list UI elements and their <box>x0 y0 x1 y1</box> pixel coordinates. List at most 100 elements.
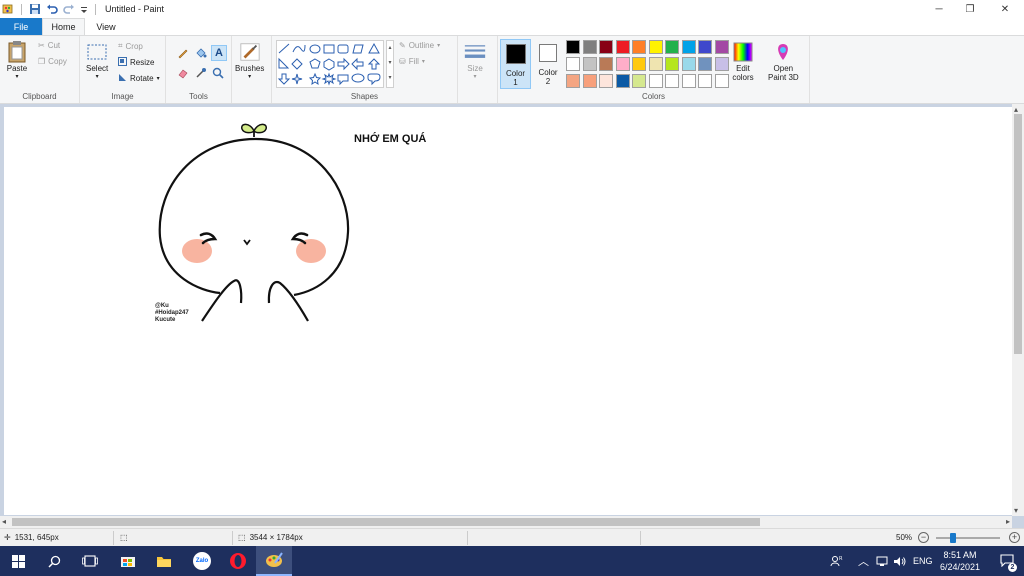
brushes-group: Brushes ▾ <box>232 36 272 103</box>
palette-swatch[interactable] <box>632 74 646 88</box>
palette-swatch[interactable] <box>698 57 712 71</box>
select-button[interactable]: Select ▾ <box>86 40 108 80</box>
window-title: Untitled - Paint <box>105 4 165 14</box>
palette-swatch[interactable] <box>665 74 679 88</box>
palette-swatch[interactable] <box>681 40 696 54</box>
palette-swatch[interactable] <box>566 57 580 71</box>
show-hidden-icons[interactable]: ︿ <box>858 546 869 576</box>
palette-swatch[interactable] <box>615 40 630 54</box>
task-view-button[interactable] <box>72 546 108 576</box>
vertical-scrollbar[interactable]: ▴ ▾ <box>1012 104 1024 516</box>
palette-swatch[interactable] <box>648 57 663 71</box>
fill-bucket-icon[interactable] <box>194 46 208 60</box>
palette-swatch[interactable] <box>582 74 597 88</box>
palette-swatch[interactable] <box>632 57 646 71</box>
palette-swatch[interactable] <box>648 74 663 88</box>
palette-swatch[interactable] <box>566 40 580 54</box>
input-language[interactable]: ENG <box>913 546 933 576</box>
palette-swatch[interactable] <box>582 57 597 71</box>
taskbar-paint[interactable] <box>256 546 292 576</box>
color-picker-icon[interactable] <box>194 66 208 80</box>
scroll-left-icon[interactable]: ◂ <box>2 517 6 526</box>
horizontal-scroll-thumb[interactable] <box>12 518 760 526</box>
palette-swatch[interactable] <box>714 40 729 54</box>
palette-swatch[interactable] <box>665 57 679 71</box>
palette-swatch[interactable] <box>698 40 712 54</box>
taskbar-opera[interactable] <box>220 546 256 576</box>
resize-button[interactable]: Resize <box>118 57 154 68</box>
cursor-position: ✛ 1531, 645px <box>4 533 59 542</box>
restore-button[interactable]: ❐ <box>955 0 985 18</box>
scroll-right-icon[interactable]: ▸ <box>1006 517 1010 526</box>
tab-view[interactable]: View <box>85 18 127 35</box>
redo-icon[interactable] <box>63 3 75 15</box>
start-button[interactable] <box>0 546 36 576</box>
color2-button[interactable]: Color 2 <box>533 39 563 89</box>
shapes-gallery-icons[interactable] <box>277 41 383 87</box>
rotate-button[interactable]: Rotate ▾ <box>118 73 160 84</box>
copy-label: Copy <box>48 57 67 66</box>
eraser-icon[interactable] <box>176 66 190 80</box>
paste-button[interactable]: Paste ▾ <box>6 40 28 80</box>
taskbar-app-store[interactable] <box>110 546 146 576</box>
clock-date: 6/24/2021 <box>939 562 980 572</box>
size-group: Size ▾ <box>458 36 498 103</box>
canvas-watermark: @Ku #Hoidap247 Kucute <box>155 303 189 324</box>
people-icon[interactable]: R <box>830 546 844 576</box>
palette-swatch[interactable] <box>599 74 613 88</box>
size-button[interactable]: Size ▾ <box>464 40 486 80</box>
horizontal-scrollbar[interactable]: ◂ ▸ <box>0 516 1012 528</box>
palette-swatch[interactable] <box>632 40 646 54</box>
crop-button[interactable]: ⌗ Crop <box>118 41 143 51</box>
customize-quick-access-icon[interactable] <box>80 3 88 15</box>
taskbar-file-explorer[interactable] <box>146 546 182 576</box>
network-icon[interactable] <box>876 546 890 576</box>
palette-swatch[interactable] <box>681 74 696 88</box>
palette-swatch[interactable] <box>615 74 630 88</box>
tab-home[interactable]: Home <box>42 18 85 35</box>
palette-swatch[interactable] <box>714 57 729 71</box>
palette-swatch[interactable] <box>582 40 597 54</box>
search-button[interactable] <box>36 546 72 576</box>
scroll-up-icon[interactable]: ▴ <box>1014 105 1018 114</box>
outline-button[interactable]: ✎ Outline ▾ <box>399 41 440 50</box>
palette-swatch[interactable] <box>665 40 679 54</box>
palette-swatch[interactable] <box>615 57 630 71</box>
taskbar-clock[interactable]: 8:51 AM 6/24/2021 <box>940 549 980 573</box>
taskbar-zalo[interactable]: Zalo <box>184 546 220 576</box>
line-size-icon <box>464 40 486 64</box>
palette-swatch[interactable] <box>599 40 613 54</box>
close-button[interactable]: ✕ <box>990 0 1020 18</box>
open-paint-3d-button[interactable]: Open Paint 3D <box>768 40 799 82</box>
palette-swatch[interactable] <box>648 40 663 54</box>
drawing-canvas[interactable]: NHỚ EM QUÁ @Ku #Hoidap247 Kucute <box>4 107 1012 515</box>
magnifier-icon[interactable] <box>211 66 225 80</box>
zoom-slider[interactable] <box>936 537 1000 539</box>
edit-colors-button[interactable]: Edit colors <box>732 40 754 82</box>
cut-button[interactable]: ✂ Cut <box>38 41 60 50</box>
copy-button[interactable]: ❐ Copy <box>38 57 67 66</box>
save-icon[interactable] <box>29 3 41 15</box>
tab-file[interactable]: File <box>0 18 42 35</box>
zoom-slider-thumb[interactable] <box>950 533 957 543</box>
palette-swatch[interactable] <box>698 74 712 88</box>
color1-button[interactable]: Color 1 <box>500 39 531 89</box>
scroll-down-icon[interactable]: ▾ <box>1014 506 1018 515</box>
brushes-button[interactable]: Brushes ▾ <box>235 40 264 80</box>
pencil-icon[interactable] <box>176 46 190 60</box>
vertical-scroll-thumb[interactable] <box>1014 114 1022 354</box>
fill-button[interactable]: ⛁ Fill ▾ <box>399 57 425 66</box>
volume-icon[interactable] <box>893 546 907 576</box>
zoom-in-button[interactable]: + <box>1009 532 1020 543</box>
text-tool-icon[interactable]: A <box>211 45 227 61</box>
zoom-out-button[interactable]: − <box>918 532 929 543</box>
palette-swatch[interactable] <box>714 74 729 88</box>
palette-swatch[interactable] <box>599 57 613 71</box>
shapes-gallery-scroll[interactable]: ▴ ▾ ▾ <box>386 40 394 88</box>
palette-swatch[interactable] <box>681 57 696 71</box>
palette-swatch[interactable] <box>566 74 580 88</box>
watermark-line: Kucute <box>155 317 176 323</box>
shapes-group-label: Shapes <box>350 92 379 101</box>
minimize-button[interactable]: ─ <box>924 0 954 18</box>
undo-icon[interactable] <box>46 3 58 15</box>
